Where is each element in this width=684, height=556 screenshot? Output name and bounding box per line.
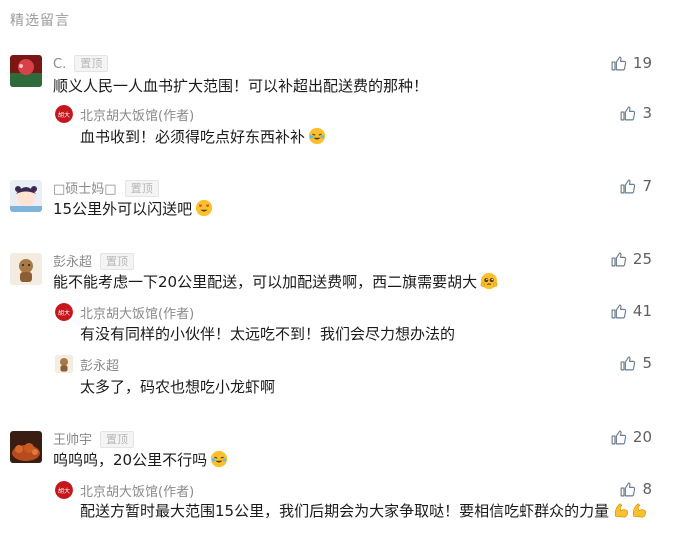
commenter-name-text: □硕士妈□ xyxy=(53,182,117,197)
commenter-name: 彭永超 置顶 xyxy=(53,251,135,270)
pinned-badge: 置顶 xyxy=(100,253,135,270)
like-count: 8 xyxy=(642,480,652,498)
comment-text: 15公里外可以闪送吧 xyxy=(53,198,213,220)
like-button[interactable]: 20 xyxy=(610,428,652,446)
pleading-emoji-icon xyxy=(480,272,498,290)
avatar[interactable] xyxy=(10,180,42,212)
reply-text: 血书收到！必须得吃点好东西补补 xyxy=(80,126,326,148)
author-logo-icon: 胡大 xyxy=(55,105,73,123)
like-count: 41 xyxy=(632,302,652,320)
crying-laughing-emoji-icon xyxy=(308,127,326,145)
reply-text: 配送方暂时最大范围15公里，我们后期会为大家争取哒！要相信吃虾群众的力量 xyxy=(80,499,655,524)
pinned-badge: 置顶 xyxy=(74,55,109,72)
avatar[interactable] xyxy=(10,431,42,463)
flexed-biceps-emoji-icon xyxy=(633,503,647,518)
reply-author-name: 北京胡大饭馆(作者) xyxy=(80,485,195,500)
thumbs-up-icon xyxy=(621,356,636,370)
thumbs-up-icon xyxy=(611,56,627,70)
author-logo-icon: 胡大 xyxy=(55,303,73,321)
author-avatar[interactable]: 胡大 xyxy=(55,481,73,499)
comment-text: 呜呜呜，20公里不行吗 xyxy=(53,449,228,471)
thumbs-up-icon xyxy=(611,430,627,444)
comment-text: 顺义人民一人血书扩大范围！可以补超出配送费的那种！ xyxy=(53,77,429,95)
author-avatar[interactable]: 胡大 xyxy=(55,303,73,321)
like-button[interactable]: 3 xyxy=(619,104,652,122)
like-count: 3 xyxy=(642,104,652,122)
thumbs-up-icon xyxy=(611,252,627,266)
author-avatar[interactable]: 胡大 xyxy=(55,105,73,123)
like-button[interactable]: 25 xyxy=(610,250,652,268)
commenter-name-text: 王帅宇 xyxy=(53,433,93,448)
like-button[interactable]: 5 xyxy=(619,354,652,372)
reply-author-name: 北京胡大饭馆(作者) xyxy=(80,109,195,124)
avatar[interactable] xyxy=(10,253,42,285)
like-button[interactable]: 41 xyxy=(610,302,652,320)
flexed-biceps-emoji-icon xyxy=(615,503,629,518)
like-button[interactable]: 19 xyxy=(610,54,652,72)
commenter-name: □硕士妈□ 置顶 xyxy=(53,178,159,197)
avatar-image xyxy=(10,431,42,463)
commenter-name: 王帅宇 置顶 xyxy=(53,429,135,448)
avatar-image xyxy=(10,55,42,87)
like-button[interactable]: 8 xyxy=(619,480,652,498)
avatar[interactable] xyxy=(10,55,42,87)
avatar-image xyxy=(55,355,73,373)
author-logo-icon: 胡大 xyxy=(55,481,73,499)
like-count: 7 xyxy=(642,177,652,195)
crying-laughing-emoji-icon xyxy=(210,450,228,468)
reply-text: 太多了，码农也想吃小龙虾啊 xyxy=(80,378,276,396)
commenter-name: C. 置顶 xyxy=(53,55,109,72)
like-button[interactable]: 7 xyxy=(619,177,652,195)
like-count: 19 xyxy=(632,54,652,72)
commenter-name-text: 彭永超 xyxy=(53,255,93,270)
reply-author-name: 北京胡大饭馆(作者) xyxy=(80,307,195,322)
like-count: 5 xyxy=(642,354,652,372)
svg-text:胡大: 胡大 xyxy=(58,309,70,317)
avatar[interactable] xyxy=(55,355,73,373)
like-count: 20 xyxy=(632,428,652,446)
reply-author-name: 彭永超 xyxy=(80,359,120,374)
comment-text-content: 15公里外可以闪送吧 xyxy=(53,200,193,218)
commenter-name-text: C. xyxy=(53,57,67,72)
avatar-image xyxy=(10,253,42,285)
thumbs-up-icon xyxy=(621,106,636,120)
reply-text: 有没有同样的小伙伴！太远吃不到！我们会尽力想办法的 xyxy=(80,325,456,343)
pinned-badge: 置顶 xyxy=(100,431,135,448)
reply-text-content: 血书收到！必须得吃点好东西补补 xyxy=(80,128,306,146)
pinned-badge: 置顶 xyxy=(124,180,159,197)
comment-text-content: 能不能考虑一下20公里配送，可以加配送费啊，西二旗需要胡大 xyxy=(53,273,478,291)
svg-text:胡大: 胡大 xyxy=(58,111,70,119)
section-title: 精选留言 xyxy=(10,13,70,29)
reply-text-content: 配送方暂时最大范围15公里，我们后期会为大家争取哒！要相信吃虾群众的力量 xyxy=(80,502,610,520)
like-count: 25 xyxy=(632,250,652,268)
avatar-image xyxy=(10,180,42,212)
thumbs-up-icon xyxy=(621,179,636,193)
svg-text:胡大: 胡大 xyxy=(58,487,70,495)
heart-eyes-emoji-icon xyxy=(195,199,213,217)
thumbs-up-icon xyxy=(611,304,627,318)
thumbs-up-icon xyxy=(621,482,636,496)
comment-text-content: 呜呜呜，20公里不行吗 xyxy=(53,451,208,469)
comment-text: 能不能考虑一下20公里配送，可以加配送费啊，西二旗需要胡大 xyxy=(53,271,498,293)
